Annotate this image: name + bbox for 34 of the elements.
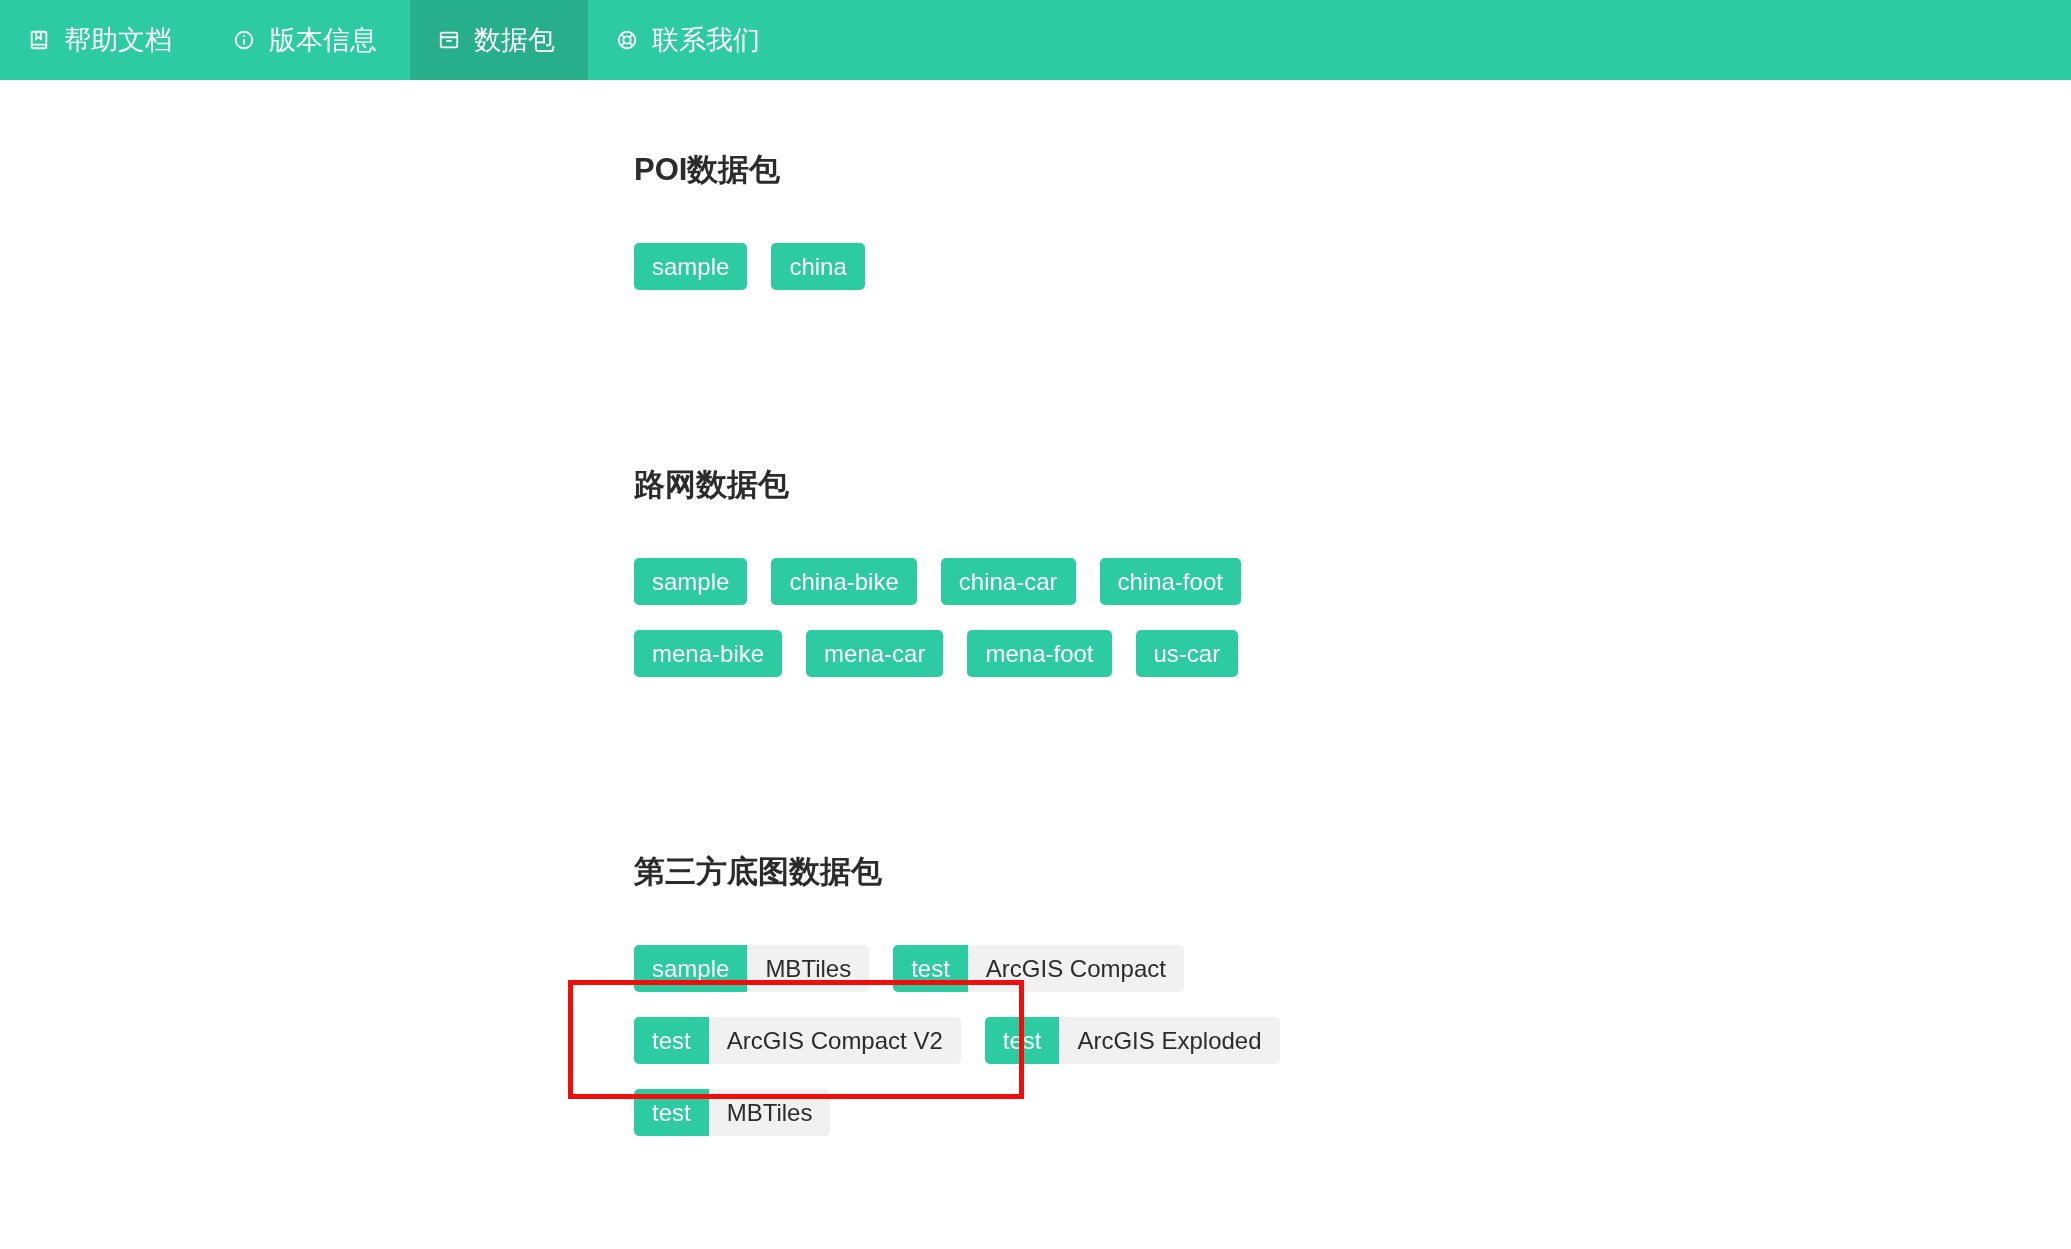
nav-tab[interactable]: 数据包 xyxy=(410,0,588,80)
nav-tab[interactable]: 联系我们 xyxy=(588,0,793,80)
package-tag[interactable]: mena-foot xyxy=(967,630,1112,677)
tag-label: test xyxy=(893,945,968,992)
package-tag[interactable]: mena-car xyxy=(806,630,944,677)
tag-format: MBTiles xyxy=(747,945,870,992)
package-tag[interactable]: china xyxy=(771,243,865,290)
package-tag[interactable]: sample xyxy=(634,243,748,290)
package-tag[interactable]: sample MBTiles xyxy=(634,945,870,992)
package-tag[interactable]: china-car xyxy=(940,558,1076,605)
tag-label: test xyxy=(634,1089,709,1136)
section-heading: POI数据包 xyxy=(634,151,782,189)
info-icon xyxy=(233,29,255,51)
package-tag[interactable]: test ArcGIS Compact V2 xyxy=(634,1017,961,1064)
tag-format: ArcGIS Exploded xyxy=(1059,1017,1280,1064)
package-tag[interactable]: mena-bike xyxy=(634,630,783,677)
tag-format: MBTiles xyxy=(708,1089,831,1136)
tag-label: test xyxy=(634,1017,709,1064)
tag-label: sample xyxy=(634,945,748,992)
package-tag[interactable]: test MBTiles xyxy=(634,1089,831,1136)
package-tag[interactable]: china-foot xyxy=(1099,558,1241,605)
nav-tab[interactable]: 版本信息 xyxy=(205,0,410,80)
tag-format: ArcGIS Compact V2 xyxy=(708,1017,961,1064)
tag-format: ArcGIS Compact xyxy=(967,945,1184,992)
section-heading: 路网数据包 xyxy=(634,466,790,504)
archive-box-icon xyxy=(438,29,460,51)
lifebuoy-icon xyxy=(616,29,638,51)
package-tag[interactable]: test ArcGIS Compact xyxy=(893,945,1184,992)
section-heading: 第三方底图数据包 xyxy=(634,853,883,891)
package-tag[interactable]: china-bike xyxy=(771,558,917,605)
package-tag[interactable]: sample xyxy=(634,558,748,605)
package-tag[interactable]: us-car xyxy=(1135,630,1239,677)
book-icon xyxy=(28,29,50,51)
nav-tab[interactable]: 帮助文档 xyxy=(0,0,205,80)
